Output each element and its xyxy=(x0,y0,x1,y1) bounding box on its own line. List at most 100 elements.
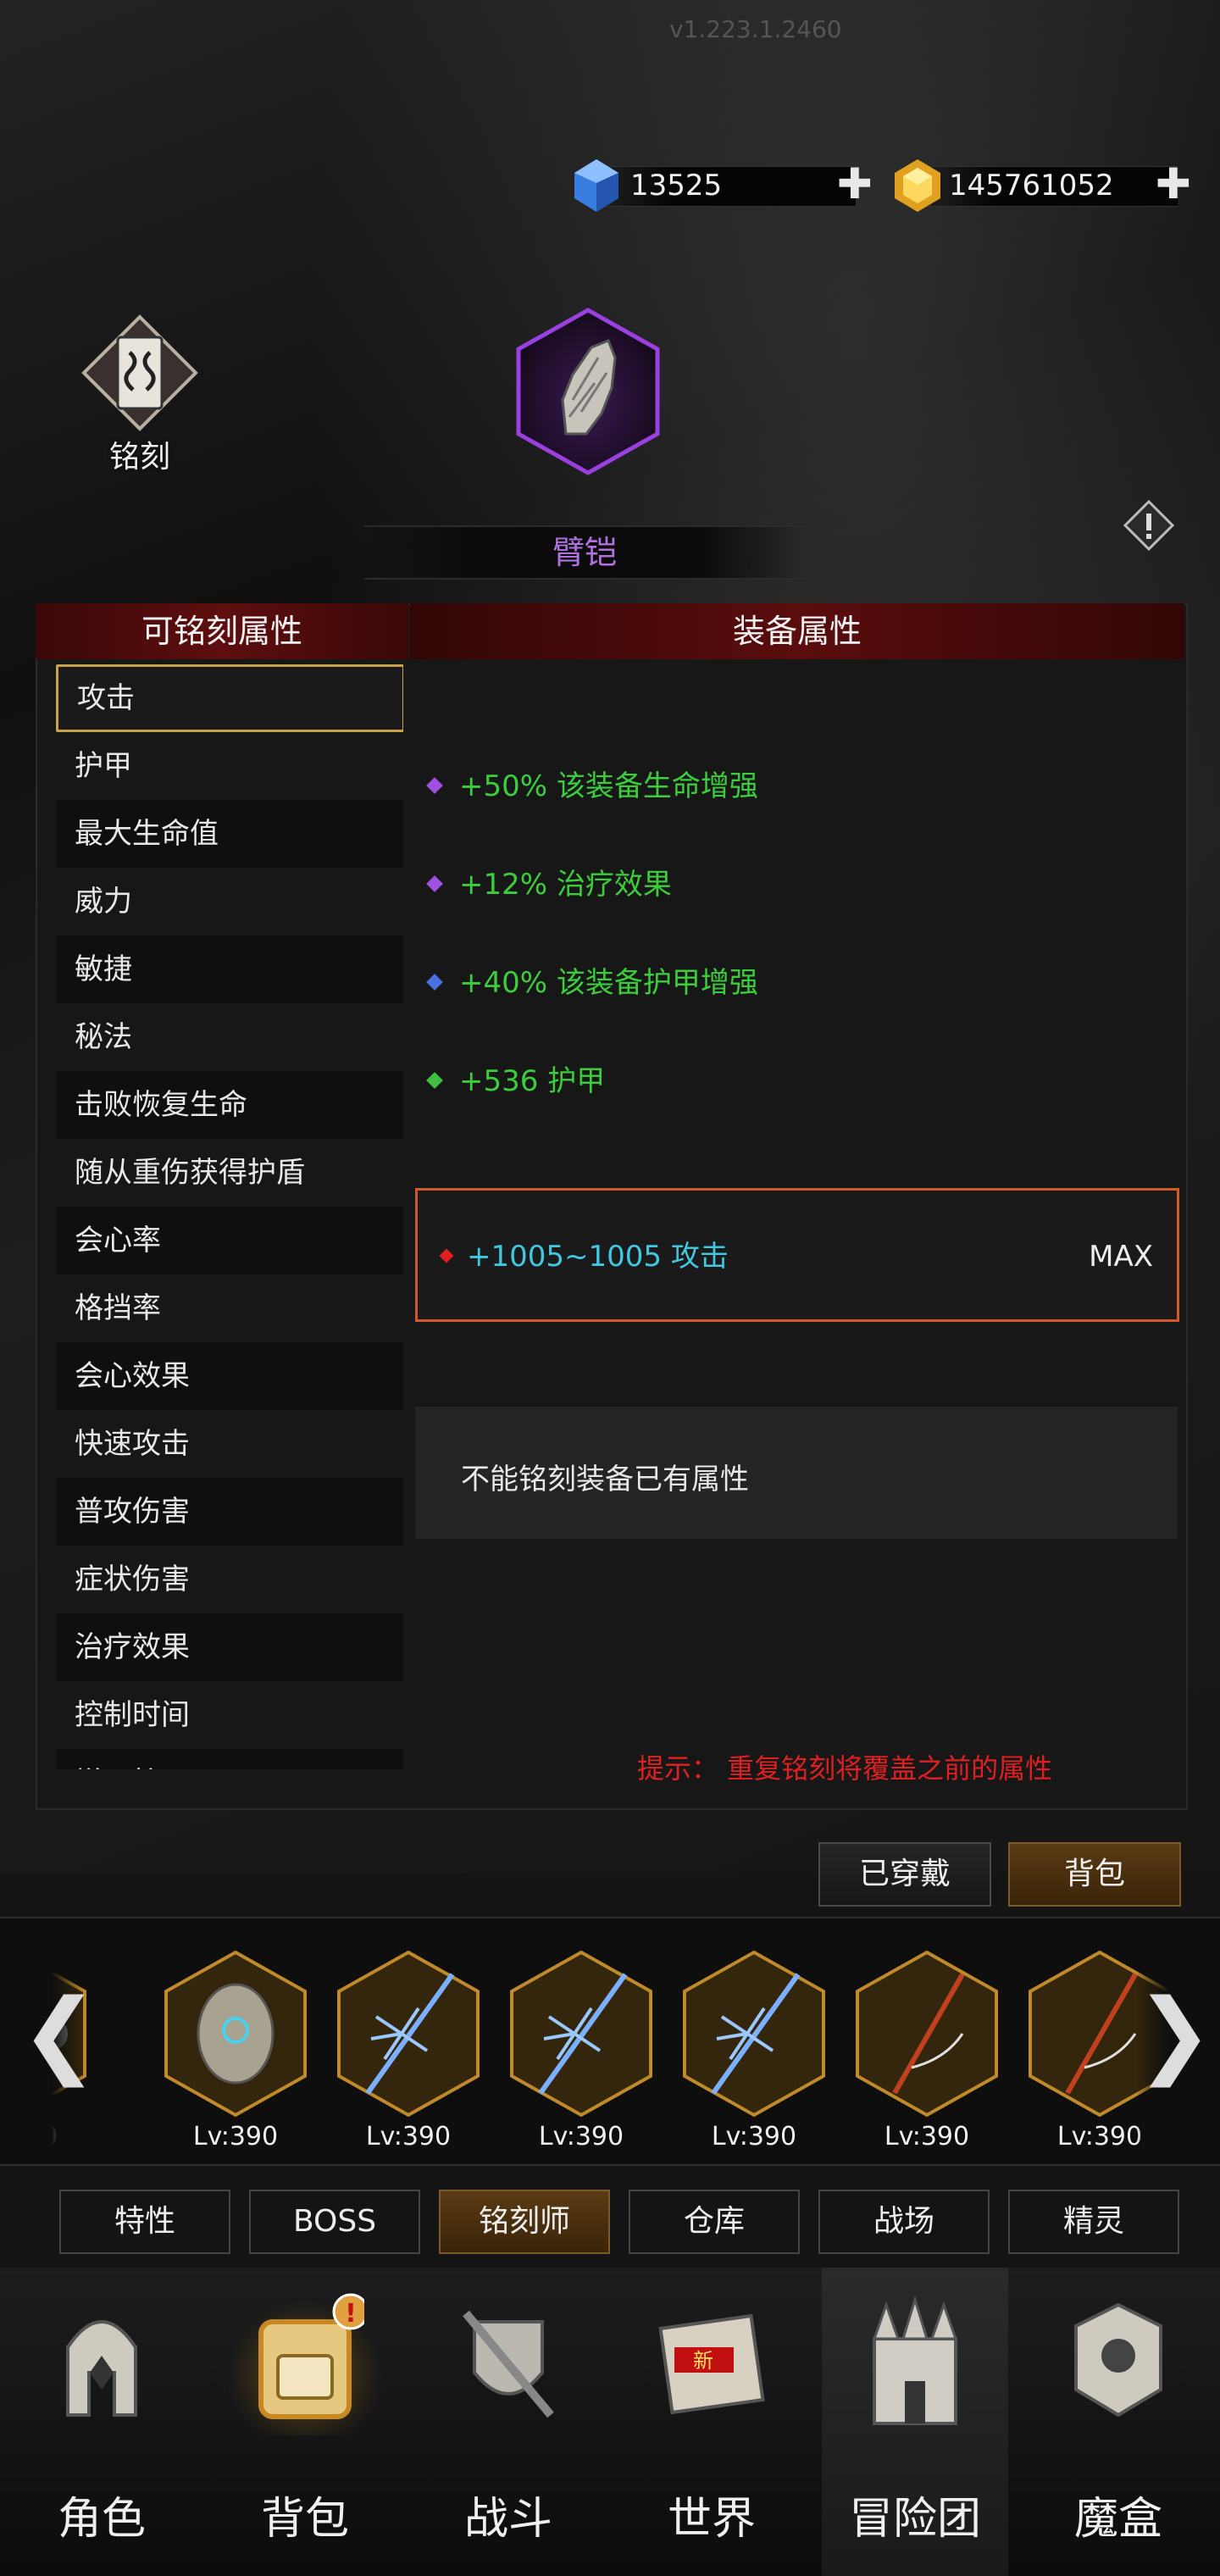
nav-item-0[interactable] xyxy=(8,2288,195,2435)
item-name-bar: 臂铠 xyxy=(364,525,805,580)
attr-gem-icon xyxy=(426,874,443,892)
version-label: v1.223.1.2460 xyxy=(669,15,842,43)
equipped-filter-button[interactable]: 已穿戴 xyxy=(818,1842,991,1907)
item-level: Lv:390 xyxy=(711,2122,797,2151)
backpack-icon: ! xyxy=(258,2293,369,2419)
item-level: Lv:390 xyxy=(365,2122,452,2151)
warning-text: 不能铭刻装备已有属性 xyxy=(461,1463,749,1496)
svg-text:!: ! xyxy=(345,2299,357,2329)
inscribe-card-icon xyxy=(80,314,199,432)
new-badge-text: 新 xyxy=(693,2349,713,2373)
attr-list-item[interactable]: 会心率 xyxy=(56,1207,403,1274)
blue-gem-icon xyxy=(569,158,624,214)
warning-diamond-icon xyxy=(1123,499,1175,552)
inscribable-attr-list[interactable]: 攻击 护甲 最大生命值 威力 敏捷 秘法 击败恢复生命 随从重伤获得护盾 会心率 格挡率 会心效果快… xyxy=(56,664,403,1769)
item-slot[interactable] xyxy=(334,1949,483,2122)
nav-label: 角色 xyxy=(57,2494,146,2545)
attr-list-item[interactable]: 护甲 xyxy=(56,732,403,800)
attr-list-item[interactable]: 攻击 xyxy=(56,664,403,732)
attr-list-item[interactable]: 击败恢复生命 xyxy=(56,1071,403,1139)
equipment-attr: +536 护甲 xyxy=(426,1064,606,1098)
sub-tab[interactable]: 精灵 xyxy=(1008,2190,1179,2254)
inscribe-side-button[interactable]: 铭刻 xyxy=(76,314,203,476)
castle-icon xyxy=(872,2295,958,2425)
staff-item-icon xyxy=(856,1950,998,2118)
nav-label: 战斗 xyxy=(463,2494,552,2545)
nav-item-2[interactable] xyxy=(415,2288,602,2435)
inscribe-label: 铭刻 xyxy=(108,440,170,475)
attr-list-item[interactable]: 格挡率 xyxy=(56,1274,403,1342)
attr-list-item[interactable]: 敏捷 xyxy=(56,935,403,1003)
crossed-swords-icon xyxy=(463,2310,554,2418)
equipment-attr-text: +12% 治疗效果 xyxy=(459,868,672,902)
equipment-attr-header-label: 装备属性 xyxy=(732,613,862,650)
equipment-attr-text: +50% 该装备生命增强 xyxy=(459,769,758,803)
info-button[interactable] xyxy=(1123,499,1175,552)
scroll-left-arrow[interactable]: ❮ xyxy=(20,1986,98,2079)
inscribed-attr: +1005~1005 攻击 xyxy=(439,1240,729,1274)
bag-filter-button[interactable]: 背包 xyxy=(1008,1842,1181,1907)
add-gems-button[interactable]: ✚ xyxy=(837,163,873,205)
nav-item-5[interactable] xyxy=(1025,2288,1212,2435)
equipment-attr-text: +536 护甲 xyxy=(459,1064,606,1098)
attr-list-item[interactable]: 普攻伤害 xyxy=(56,1478,403,1546)
warning-box: 不能铭刻装备已有属性 xyxy=(415,1407,1178,1539)
gem-amount: 13525 xyxy=(630,169,723,203)
attr-gem-icon xyxy=(426,1071,443,1089)
sub-tab[interactable]: 铭刻师 xyxy=(439,2190,610,2254)
scroll-map-icon: 新 xyxy=(658,2313,765,2415)
item-slot[interactable] xyxy=(507,1949,656,2122)
item-level: Lv:390 xyxy=(884,2122,970,2151)
sub-tab[interactable]: BOSS xyxy=(249,2190,420,2254)
selected-item-slot[interactable] xyxy=(513,307,663,476)
nav-label: 背包 xyxy=(260,2494,349,2545)
item-level: Lv:390 xyxy=(538,2122,624,2151)
attr-list-item[interactable]: 治疗效果 xyxy=(56,1613,403,1681)
attr-list-item[interactable]: 快速攻击 xyxy=(56,1410,403,1478)
attr-list-item[interactable]: 会心效果 xyxy=(56,1342,403,1410)
spear-item-icon xyxy=(510,1950,652,2118)
attr-gem-icon xyxy=(426,973,443,991)
nav-item-1[interactable]: ! xyxy=(212,2288,398,2435)
attr-list-item[interactable]: 增强护甲 xyxy=(56,1749,403,1769)
helmet-icon xyxy=(66,2320,137,2417)
attr-list-item[interactable]: 最大生命值 xyxy=(56,800,403,868)
bracer-icon xyxy=(516,308,660,475)
equipment-attr-text: +40% 该装备护甲增强 xyxy=(459,966,758,1000)
attr-list-item[interactable]: 威力 xyxy=(56,868,403,935)
hint-text: 提示： 重复铭刻将覆盖之前的属性 xyxy=(637,1752,1053,1785)
equipment-attr-header: 装备属性 xyxy=(410,603,1184,659)
spear-item-icon xyxy=(337,1950,480,2118)
equipment-attr: +40% 该装备护甲增强 xyxy=(426,966,758,1000)
sub-tab[interactable]: 仓库 xyxy=(629,2190,800,2254)
nav-label: 冒险团 xyxy=(848,2494,981,2545)
sub-tab[interactable]: 战场 xyxy=(818,2190,990,2254)
inscribable-header-label: 可铭刻属性 xyxy=(141,613,302,650)
gold-gem-icon xyxy=(890,158,946,214)
item-name: 臂铠 xyxy=(552,534,617,571)
nav-label: 魔盒 xyxy=(1073,2494,1162,2545)
item-level: Lv:390 xyxy=(192,2122,279,2151)
inscribable-header: 可铭刻属性 xyxy=(36,603,408,659)
red-gem-icon xyxy=(439,1248,454,1263)
add-gold-button[interactable]: ✚ xyxy=(1156,163,1191,205)
cube-icon xyxy=(1074,2302,1162,2418)
item-slot[interactable] xyxy=(679,1949,829,2122)
item-slot[interactable] xyxy=(161,1949,310,2122)
attr-list-item[interactable]: 控制时间 xyxy=(56,1681,403,1749)
inscribed-attr-text: +1005~1005 攻击 xyxy=(467,1240,729,1274)
attr-list-item[interactable]: 随从重伤获得护盾 xyxy=(56,1139,403,1207)
item-slot[interactable] xyxy=(852,1949,1001,2122)
attr-list-item[interactable]: 症状伤害 xyxy=(56,1546,403,1613)
equipment-attr: +12% 治疗效果 xyxy=(426,868,672,902)
sub-tab[interactable]: 特性 xyxy=(59,2190,230,2254)
equipment-attr: +50% 该装备生命增强 xyxy=(426,769,758,803)
scroll-right-arrow[interactable]: ❯ xyxy=(1135,1986,1213,2079)
nav-label: 世界 xyxy=(667,2494,756,2545)
attr-list-item[interactable]: 秘法 xyxy=(56,1003,403,1071)
inscribed-attr-box: +1005~1005 攻击 MAX xyxy=(415,1188,1179,1322)
gold-amount: 145761052 xyxy=(949,169,1114,203)
nav-item-3[interactable]: 新 xyxy=(618,2288,805,2435)
attr-gem-icon xyxy=(426,776,443,794)
max-label: MAX xyxy=(1089,1240,1153,1274)
